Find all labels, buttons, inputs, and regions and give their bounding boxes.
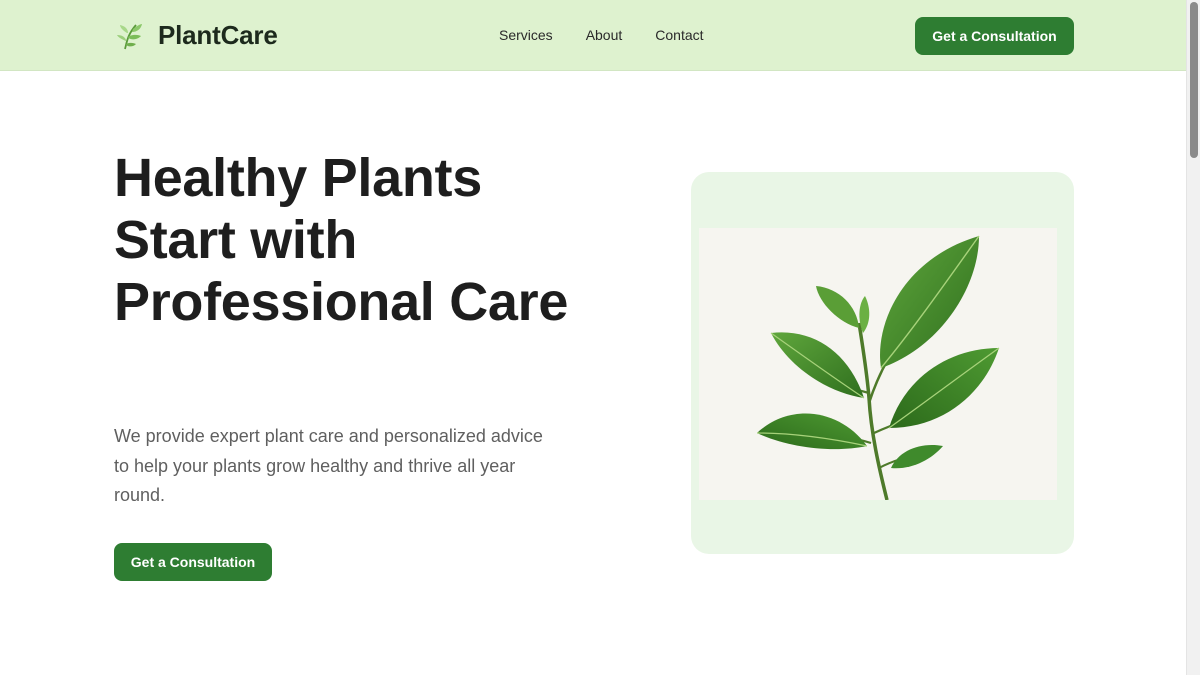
plant-leaves-image bbox=[756, 235, 1000, 500]
brand-name: PlantCare bbox=[158, 20, 278, 50]
page-viewport: PlantCare Services About Contact Get a C… bbox=[0, 0, 1186, 675]
scrollbar-thumb[interactable] bbox=[1190, 2, 1198, 158]
main-nav: Services About Contact bbox=[499, 27, 737, 43]
leaf-sprig-icon bbox=[117, 23, 142, 49]
hero-title: Healthy Plants Start with Professional C… bbox=[114, 148, 569, 332]
site-header: PlantCare Services About Contact Get a C… bbox=[0, 0, 1186, 71]
page-scrollbar[interactable] bbox=[1186, 0, 1200, 675]
brand-logo[interactable]: PlantCare bbox=[116, 20, 278, 51]
header-consultation-button[interactable]: Get a Consultation bbox=[915, 17, 1074, 55]
hero-image bbox=[699, 228, 1057, 500]
hero-description: We provide expert plant care and persona… bbox=[114, 426, 543, 505]
nav-link-contact[interactable]: Contact bbox=[655, 27, 703, 43]
nav-link-about[interactable]: About bbox=[586, 27, 623, 43]
hero-image-card bbox=[691, 172, 1074, 554]
hero-consultation-button[interactable]: Get a Consultation bbox=[114, 543, 272, 581]
nav-link-services[interactable]: Services bbox=[499, 27, 553, 43]
